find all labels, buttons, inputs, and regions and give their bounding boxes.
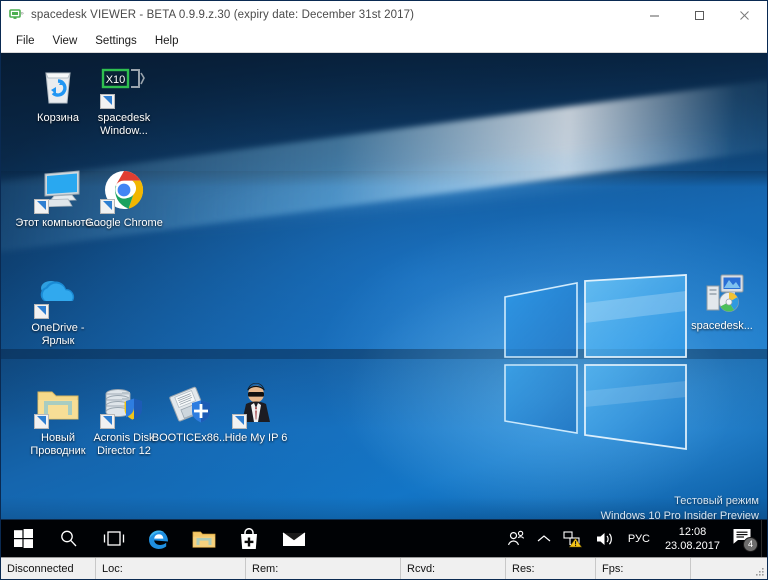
desktop-icon-label: OneDrive - Ярлык <box>31 322 85 347</box>
menu-view[interactable]: View <box>44 32 87 50</box>
watermark-line-1: Тестовый режим <box>674 495 759 507</box>
clock-date: 23.08.2017 <box>664 539 720 552</box>
desktop-icon-label: spacedesk Window... <box>97 112 151 137</box>
taskbar: РУС 12:08 23.08.2017 4 <box>1 519 767 557</box>
recycle-bin-icon <box>34 61 82 109</box>
clock-time: 12:08 <box>678 525 707 538</box>
shortcut-overlay-icon <box>34 304 49 319</box>
store-button[interactable] <box>226 520 271 558</box>
search-button[interactable] <box>46 520 91 558</box>
desktop-icon-google-chrome[interactable]: Google Chrome <box>81 166 167 230</box>
status-resolution: Res: <box>506 558 596 579</box>
shortcut-overlay-icon <box>232 414 247 429</box>
shortcut-overlay-icon <box>34 199 49 214</box>
edge-button[interactable] <box>136 520 181 558</box>
show-desktop-button[interactable] <box>761 519 767 557</box>
system-tray: РУС 12:08 23.08.2017 4 <box>501 519 767 558</box>
spacedesk-viewer-window: » spacedesk VIEWER - BETA 0.9.9.z.30 (ex… <box>0 0 768 580</box>
notification-badge: 4 <box>743 536 758 552</box>
window-controls <box>632 1 767 29</box>
hide-my-ip-icon <box>232 381 280 429</box>
spacedesk-installer-icon <box>698 269 746 317</box>
language-indicator[interactable]: РУС <box>621 520 657 558</box>
status-connection: Disconnected <box>1 558 96 579</box>
acronis-disk-director-icon <box>100 381 148 429</box>
status-bar: Disconnected Loc: Rem: Rcvd: Res: Fps: <box>1 557 767 579</box>
people-icon[interactable] <box>501 520 531 558</box>
window-title: spacedesk VIEWER - BETA 0.9.9.z.30 (expi… <box>31 9 415 21</box>
onedrive-icon <box>34 271 82 319</box>
task-view-button[interactable] <box>91 520 136 558</box>
close-button[interactable] <box>722 1 767 29</box>
this-pc-icon <box>34 166 82 214</box>
folder-icon <box>34 381 82 429</box>
start-button[interactable] <box>1 520 46 558</box>
desktop-icon-onedrive[interactable]: OneDrive - Ярлык <box>15 271 101 348</box>
desktop-icon-label: spacedesk... <box>691 320 753 332</box>
chevron-up-icon[interactable] <box>531 520 557 558</box>
desktop-icon-spacedesk-window[interactable]: X10 spacedesk Window... <box>81 61 167 138</box>
bootice-icon <box>166 381 214 429</box>
title-bar: » spacedesk VIEWER - BETA 0.9.9.z.30 (ex… <box>1 1 767 29</box>
status-received: Rcvd: <box>401 558 506 579</box>
notification-center-button[interactable]: 4 <box>728 520 761 558</box>
resize-grip-icon[interactable] <box>753 565 765 577</box>
shortcut-overlay-icon <box>100 414 115 429</box>
monitor-green-icon: » <box>9 7 25 23</box>
file-explorer-button[interactable] <box>181 520 226 558</box>
status-fps: Fps: <box>596 558 691 579</box>
desktop-icon-hide-my-ip[interactable]: Hide My IP 6 <box>213 381 299 445</box>
spacedesk-x10-icon: X10 <box>100 61 148 109</box>
shortcut-overlay-icon <box>100 94 115 109</box>
shortcut-overlay-icon <box>100 199 115 214</box>
desktop-icon-spacedesk-installer[interactable]: spacedesk... <box>679 269 765 333</box>
svg-text:»: » <box>21 11 25 17</box>
minimize-button[interactable] <box>632 1 677 29</box>
menu-bar: File View Settings Help <box>1 29 767 53</box>
menu-file[interactable]: File <box>7 32 44 50</box>
maximize-button[interactable] <box>677 1 722 29</box>
remote-desktop-viewport[interactable]: Корзина X10 spacedesk Window... Этот ком… <box>1 53 767 557</box>
desktop-icon-label: Hide My IP 6 <box>224 432 288 444</box>
mail-button[interactable] <box>271 520 316 558</box>
volume-icon[interactable] <box>589 520 621 558</box>
desktop-icon-label: Google Chrome <box>85 217 163 229</box>
status-local: Loc: <box>96 558 246 579</box>
svg-text:X10: X10 <box>106 74 126 86</box>
network-warning-icon[interactable] <box>557 520 589 558</box>
menu-settings[interactable]: Settings <box>86 32 146 50</box>
clock[interactable]: 12:08 23.08.2017 <box>657 520 728 558</box>
menu-help[interactable]: Help <box>146 32 188 50</box>
google-chrome-icon <box>100 166 148 214</box>
shortcut-overlay-icon <box>34 414 49 429</box>
status-remote: Rem: <box>246 558 401 579</box>
